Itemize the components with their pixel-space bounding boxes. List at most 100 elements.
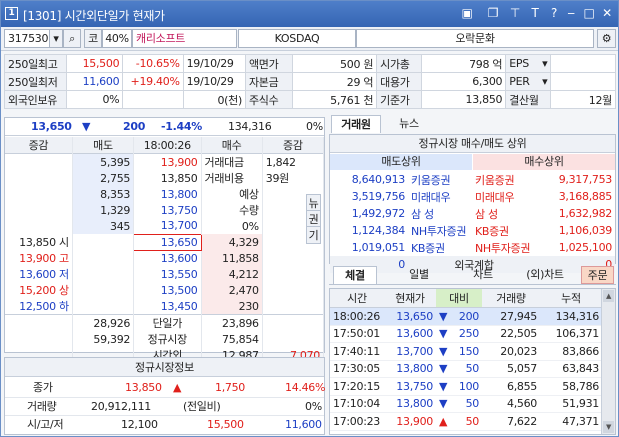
tick-row[interactable]: 18:00:26 13,650 ▼ 200 27,945 134,316 [330,307,602,326]
info-label: 250일최고 [3,54,68,73]
tick-row[interactable]: 17:40:11 13,700 ▼ 150 20,023 83,866 [330,342,602,361]
scroll-down-icon[interactable]: ▼ [603,421,614,433]
close-rate: 14.46% [285,381,326,394]
bottom-tabs: 체결 일별 차트 (외)차트 주문 [329,266,616,285]
stock-code-input[interactable]: 317530 [4,29,50,48]
tick-row[interactable]: 17:30:05 13,800 ▼ 50 5,057 63,843 [330,360,602,378]
price-change: 200 [123,120,146,133]
tick-row[interactable]: 17:50:01 13,600 ▼ 250 22,505 106,371 [330,325,602,343]
current-price: 13,650 [31,120,72,133]
gear-icon[interactable]: ⚙ [597,29,616,48]
bid-row[interactable]: 13,850 시 13,650 4,329 [5,233,325,251]
tab-broker[interactable]: 거래원 [331,115,381,133]
col-header: 대비 [436,289,482,307]
window-title: [1301] 시간외단일가 현재가 [23,9,165,23]
info-value [122,90,184,109]
scrollbar[interactable]: ▲ ▼ [601,289,615,434]
ask-row[interactable]: 5,395 13,900 거래대금 1,842 [5,153,325,170]
sell-broker[interactable]: KB증권 [408,239,472,256]
broker-table: 8,640,913 키움증권 키움증권 9,317,753 3,519,756 미래대우… [330,171,615,273]
tick-change: 250 [458,327,479,341]
font-icon[interactable]: T [527,5,543,21]
tick-change: 50 [465,362,480,376]
stock-name[interactable]: 캐리소프트 [132,29,237,48]
side-value: 1,842 [262,153,325,170]
sell-broker[interactable]: 미래대우 [408,188,472,205]
info-label: 외국인보유 [3,90,68,109]
sell-broker[interactable]: 삼 성 [408,205,472,222]
total-volume: 134,316 [228,120,272,133]
buy-broker[interactable]: 키움증권 [472,171,540,188]
broker-row: 8,640,913 키움증권 키움증권 9,317,753 [330,171,615,188]
bid-price[interactable]: 13,600 [133,250,202,266]
ask-row[interactable]: 1,329 13,750 수량 권 [5,202,325,228]
tab-news[interactable]: 뉴스 [381,115,437,133]
bid-row[interactable]: 13,600 저 13,550 4,212 [5,266,325,282]
broker-row: 1,019,051 KB증권 NH투자증권 1,025,100 [330,239,615,256]
ask-price[interactable]: 13,750 [133,202,202,218]
ask-price[interactable]: 13,900 [133,153,202,170]
pin-icon[interactable]: ⊤ [507,5,523,21]
help-icon[interactable]: ? [546,5,562,21]
ask-price[interactable]: 13,850 [133,170,202,186]
sell-broker[interactable]: 키움증권 [408,171,472,188]
scroll-up-icon[interactable]: ▲ [603,290,614,302]
close-icon[interactable]: ✕ [599,5,615,21]
tick-row[interactable]: 17:20:15 13,750 ▼ 100 6,855 58,786 [330,377,602,396]
row-label: 종가 [33,381,53,394]
info-label: 자본금 [244,72,294,91]
layout-icon[interactable]: ▣ [459,5,475,21]
ask-price[interactable]: 13,700 [133,218,202,234]
per-dropdown-icon[interactable]: ▾ [542,75,548,88]
bid-price[interactable]: 13,500 [133,282,202,298]
buy-broker[interactable]: 삼 성 [472,205,540,222]
panel-title: 정규시장정보 [5,358,324,377]
eps-dropdown-icon[interactable]: ▾ [542,57,548,70]
tab-daily[interactable]: 일별 [391,266,447,284]
sell-broker[interactable]: NH투자증권 [408,222,472,239]
bid-price[interactable]: 13,550 [133,266,202,282]
tick-cumulative: 58,786 [540,377,602,396]
code-dropdown[interactable]: ▾ [49,29,63,48]
bid-price[interactable]: 13,450 [133,298,202,315]
ask-row[interactable]: 8,353 13,800 예상 뉴 [5,186,325,212]
tab-foreign-chart[interactable]: (외)차트 [515,266,575,284]
side-label: 거래대금 [201,153,263,170]
info-label: PER [509,75,530,88]
down-arrow-icon: ▼ [439,327,448,341]
buy-broker[interactable]: KB증권 [472,222,540,239]
col-header: 18:00:26 [133,137,202,154]
tab-chart[interactable]: 차트 [455,266,511,284]
maximize-icon[interactable]: □ [581,5,597,21]
tick-price: 13,750 [384,377,436,396]
buy-broker[interactable]: NH투자증권 [472,239,540,256]
market-label: 코 [84,29,102,48]
restore-icon[interactable]: ❐ [485,5,501,21]
etc-button[interactable]: 기 [306,226,321,244]
tick-cumulative: 106,371 [540,325,602,343]
bid-row[interactable]: 15,200 상 13,500 2,470 [5,282,325,298]
ask-row[interactable]: 2,755 13,850 거래비용 39원 [5,170,325,186]
order-book: 13,650 ▼ 200 -1.44% 134,316 0% 증감 매도 18:… [4,117,325,363]
tick-row[interactable]: 17:00:23 13,900 ▲ 50 7,622 47,371 [330,412,602,431]
bid-row[interactable]: 12,500 하 13,450 230 [5,298,325,315]
bid-row[interactable]: 13,900 고 13,600 11,858 [5,250,325,266]
info-value: 6,300 [421,72,507,91]
tab-trades[interactable]: 체결 [333,266,377,284]
bid-side-value: 15,200 [19,284,56,297]
buy-qty: 9,317,753 [558,173,613,186]
ask-price[interactable]: 13,800 [133,186,202,202]
tick-time: 17:40:11 [330,342,384,361]
search-icon[interactable]: ⌕ [63,29,81,48]
minimize-icon[interactable]: ‒ [563,5,579,21]
tab-order[interactable]: 주문 [581,266,614,284]
bid-price[interactable]: 13,650 [133,233,202,251]
ask-qty: 345 [72,218,135,234]
change-rate: -1.44% [161,120,202,133]
buy-broker[interactable]: 미래대우 [472,188,540,205]
market-name: KOSDAQ [238,29,356,48]
broker-row: 3,519,756 미래대우 미래대우 3,168,885 [330,188,615,205]
ask-row[interactable]: 345 13,700 0% 기 [5,218,325,244]
tick-row[interactable]: 17:10:04 13,800 ▼ 50 4,560 51,931 [330,395,602,413]
tick-time: 17:20:15 [330,377,384,396]
